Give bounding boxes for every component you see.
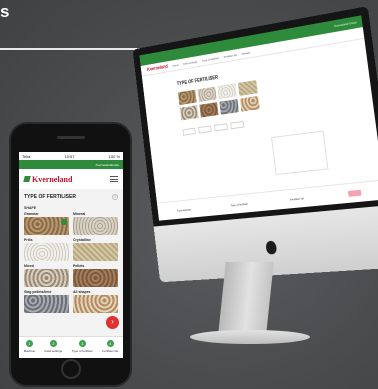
screen-title-row: TYPE OF FERTILISER ? [19, 189, 123, 200]
desktop-tile[interactable] [177, 89, 197, 106]
step-number: 4 [106, 340, 114, 347]
menu-icon[interactable] [110, 176, 118, 182]
title-divider [0, 48, 150, 50]
shape-option[interactable]: Mineral [73, 212, 118, 235]
shape-option-image[interactable] [24, 269, 69, 287]
desktop-tile[interactable] [179, 105, 199, 121]
page-title-fragment: s [0, 2, 10, 21]
shape-option-label: Slag pellets/lime [24, 290, 52, 294]
shape-option-image[interactable] [73, 269, 118, 287]
brand-mark-icon [23, 176, 31, 182]
step-label: Fertiliser list [102, 349, 119, 353]
section-label: SHAPE [24, 206, 37, 210]
shape-option-label: All shapes [73, 290, 91, 294]
shape-option[interactable]: All shapes [73, 290, 118, 313]
home-button[interactable] [61, 359, 81, 379]
fertiliser-shape-grid: Granular Mineral Prills Crystalline Mixed Pel… [19, 212, 123, 313]
app-header: Kverneland [19, 169, 123, 189]
desktop-nav-item-home[interactable]: Home [172, 63, 179, 68]
shape-option-image[interactable] [73, 243, 118, 261]
battery-label: 100 % [108, 153, 120, 159]
desktop-input[interactable] [230, 120, 245, 130]
desktop-nav-item-list[interactable]: Fertiliser list [224, 52, 238, 58]
shape-option-label: Mixed [24, 264, 34, 268]
desktop-bottom-item[interactable]: Type settings [177, 207, 191, 212]
next-button[interactable]: › [106, 316, 119, 329]
shape-option-label: Granular [24, 212, 39, 216]
desktop-tile[interactable] [217, 83, 237, 100]
step-nav-item[interactable]: 3 Type of fertiliser [72, 340, 93, 353]
monitor-stand-neck [218, 262, 274, 334]
carrier-label: Telia [22, 153, 31, 159]
desktop-tile[interactable] [237, 80, 258, 96]
step-nav-item[interactable]: 1 Machine [24, 340, 35, 353]
shape-option-image[interactable] [24, 295, 69, 313]
smartphone: Telia 15:57 100 % Kvernelandkunde Kverne… [9, 122, 132, 387]
desktop-input[interactable] [214, 123, 228, 132]
step-label: Machine [23, 349, 36, 353]
phone-screen: Telia 15:57 100 % Kvernelandkunde Kverne… [19, 152, 123, 358]
shape-option-label: Pellets [73, 264, 85, 268]
shape-option[interactable]: Slag pellets/lime [24, 290, 69, 313]
phone-speaker [57, 136, 85, 139]
shape-option[interactable]: Prills [24, 238, 69, 261]
account-label[interactable]: Kvernelandkunde [96, 163, 119, 167]
desktop-nav-item-results[interactable]: Results [242, 50, 251, 55]
shape-option[interactable]: Crystalline [73, 238, 118, 261]
step-number: 2 [49, 340, 57, 347]
shape-option-image[interactable] [73, 217, 118, 235]
desktop-monitor: Kverneland Group Kverneland Home Field s… [132, 6, 378, 283]
step-number: 3 [78, 340, 86, 347]
screen-title: TYPE OF FERTILISER [24, 194, 76, 200]
desktop-input[interactable] [198, 125, 212, 134]
brand-logo[interactable]: Kverneland [23, 174, 73, 184]
bottom-step-nav: 1 Machine 2 Field settings 3 Type of fertilis… [19, 336, 123, 358]
shape-option[interactable]: Pellets [73, 264, 118, 287]
brand-name: Kverneland [32, 174, 73, 184]
step-number: 1 [25, 340, 33, 347]
desktop-nav-item-field-settings[interactable]: Field settings [183, 59, 197, 65]
shape-option[interactable]: Mixed [24, 264, 69, 287]
monitor-stand-base [190, 330, 310, 344]
desktop-data-table [271, 130, 329, 176]
clock-label: 15:57 [64, 153, 75, 159]
shape-option-image[interactable] [24, 243, 69, 261]
step-label: Field settings [44, 349, 63, 353]
shape-option-image[interactable] [73, 295, 118, 313]
step-label: Type of fertiliser [71, 349, 93, 353]
desktop-account-label: Kverneland Group [333, 20, 357, 29]
desktop-input[interactable] [182, 127, 196, 136]
shape-option-label: Crystalline [73, 238, 91, 242]
desktop-tile[interactable] [199, 102, 219, 118]
apple-icon [264, 240, 277, 255]
shape-option-label: Prills [24, 238, 33, 242]
desktop-tile[interactable] [239, 95, 260, 112]
shape-option-image[interactable] [24, 217, 69, 235]
desktop-tile[interactable] [219, 99, 239, 115]
shape-option-label: Mineral [73, 212, 86, 216]
shape-option[interactable]: Granular [24, 212, 69, 235]
help-icon[interactable]: ? [112, 194, 118, 200]
status-bar: Telia 15:57 100 % [19, 152, 123, 160]
step-nav-item[interactable]: 4 Fertiliser list [102, 340, 118, 353]
selected-check-icon [61, 219, 67, 225]
account-bar: Kvernelandkunde [19, 160, 123, 169]
step-nav-item[interactable]: 2 Field settings [44, 340, 63, 353]
desktop-tile[interactable] [197, 86, 217, 103]
desktop-nav-item-type[interactable]: Type of fertiliser [202, 56, 219, 63]
desktop-next-button[interactable] [347, 189, 362, 197]
desktop-brand-logo[interactable]: Kverneland [147, 64, 168, 73]
desktop-bottom-item[interactable]: Type of fertiliser [230, 201, 248, 206]
desktop-bottom-item[interactable]: Fertiliser list [290, 196, 304, 201]
